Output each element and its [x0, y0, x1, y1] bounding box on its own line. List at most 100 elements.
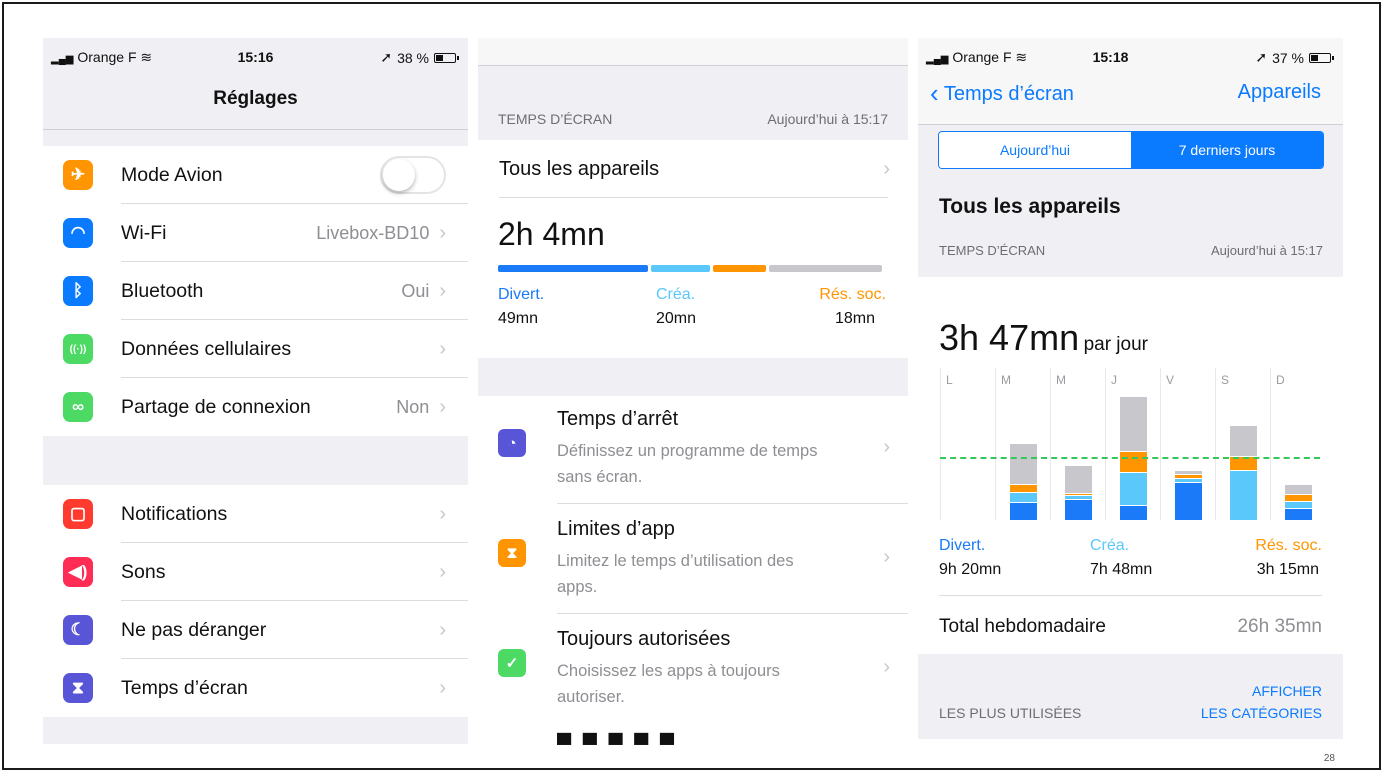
option-title: Limites d’app [557, 518, 675, 540]
option-row[interactable]: ⧗ Limites d’app Limitez le temps d’utilisa… [478, 506, 908, 614]
settings-row[interactable]: ✈ Mode Avion [43, 146, 468, 204]
status-bar: ▂▄▆ Orange F ≋ 15:16 ➚ 38 % [43, 38, 468, 82]
chart-bar-segment [1230, 471, 1257, 520]
moon-icon: ☾ [63, 615, 93, 645]
average-line [940, 457, 1320, 459]
location-icon: ➚ [1255, 49, 1268, 65]
option-row[interactable]: ◔ Temps d’arrêt Définissez un programme de… [478, 396, 908, 504]
chevron-right-icon: › [439, 337, 446, 360]
chart-day-label: D [1276, 373, 1285, 387]
category-divert-value: 9h 20mn [939, 561, 1002, 578]
nav-bar: ‹ Temps d’écran Appareils [918, 68, 1343, 125]
chevron-left-icon: ‹ [930, 78, 939, 108]
chart-day-label: V [1166, 373, 1175, 387]
settings-group-connectivity: ✈ Mode Avion ◠ Wi-Fi Livebox-BD10 › ᛒ Bluetooth… [43, 146, 468, 436]
chevron-right-icon: › [883, 436, 890, 458]
all-devices-label: Tous les appareils [499, 158, 660, 180]
airplane-icon: ✈ [63, 160, 93, 190]
settings-row-label: Sons [121, 560, 166, 583]
page-number: 28 [1323, 753, 1335, 764]
option-description: Choisissez les apps à toujours autoriser… [557, 662, 780, 706]
total-usage: 2h 4mn [498, 216, 605, 252]
category-divert-name: Divert. [498, 286, 545, 303]
settings-row-label: Temps d’écran [121, 676, 248, 699]
chart-day-label: L [946, 373, 953, 387]
settings-row[interactable]: ⧗ Temps d’écran › [43, 659, 468, 717]
settings-row[interactable]: ᛒ Bluetooth Oui › [43, 262, 468, 320]
settings-row[interactable]: ∞ Partage de connexion Non › [43, 378, 468, 436]
cropped-row-text: ▀ ▀ ▀ ▀ ▀ [557, 734, 678, 745]
category-crea-name: Créa. [1090, 537, 1130, 554]
chart-bar-segment [1065, 496, 1092, 499]
category-res-soc-value: 18mn [834, 310, 875, 327]
chevron-right-icon: › [439, 502, 446, 525]
page-title: Réglages [213, 88, 298, 109]
all-devices-row[interactable]: Tous les appareils › [478, 140, 908, 198]
daily-average-value: 3h 47mn [939, 317, 1080, 358]
chart-gridline [1105, 368, 1106, 520]
hotspot-link-icon: ∞ [63, 392, 93, 422]
settings-row-value: Non [396, 396, 430, 417]
checkmark-badge-icon: ✓ [498, 649, 526, 677]
most-used-header: LES PLUS UTILISÉES [939, 705, 1082, 721]
settings-row-label: Données cellulaires [121, 337, 292, 360]
chart-bar-segment [1010, 503, 1037, 520]
option-title: Temps d’arrêt [557, 408, 679, 430]
show-categories-line2: LES CATÉGORIES [1200, 705, 1322, 721]
settings-row-value: Oui [401, 280, 430, 301]
settings-row[interactable]: ◠ Wi-Fi Livebox-BD10 › [43, 204, 468, 262]
usage-bar-res-soc [713, 265, 766, 272]
all-devices-heading: Tous les appareils [939, 195, 1121, 218]
segment-today[interactable]: Aujourd’hui [939, 132, 1131, 168]
settings-row-value: Livebox-BD10 [316, 222, 430, 243]
chart-gridline [940, 368, 941, 520]
chevron-right-icon: › [439, 676, 446, 699]
settings-row[interactable]: ◀) Sons › [43, 543, 468, 601]
settings-row-label: Wi-Fi [121, 221, 167, 244]
cellular-antenna-icon: ((·)) [63, 334, 93, 364]
battery-percent: 37 % [1272, 49, 1304, 66]
category-divert-value: 49mn [498, 310, 539, 327]
navigation-bar-cropped [478, 38, 908, 66]
chevron-right-icon: › [883, 158, 890, 180]
chart-day-label: S [1221, 373, 1230, 387]
usage-bar-other [769, 265, 882, 272]
chart-bar-segment [1120, 397, 1147, 451]
weekly-total-value: 26h 35mn [1237, 616, 1322, 637]
chart-bar-segment [1230, 426, 1257, 456]
settings-row[interactable]: ((·)) Données cellulaires › [43, 320, 468, 378]
segment-7-days[interactable]: 7 derniers jours [1131, 132, 1323, 168]
category-crea-value: 7h 48mn [1090, 561, 1153, 578]
chart-bar-segment [1065, 494, 1092, 495]
hourglass-icon: ⧗ [498, 539, 526, 567]
category-res-soc-name: Rés. soc. [1255, 537, 1322, 554]
settings-row[interactable]: ▢ Notifications › [43, 485, 468, 543]
option-row[interactable]: ✓ Toujours autorisées Choisissez les apps … [478, 616, 908, 724]
chart-bar-segment [1120, 506, 1147, 520]
devices-button[interactable]: Appareils [1238, 81, 1321, 104]
chart-day-label: J [1111, 373, 1117, 387]
screen-time-screen: TEMPS D’ÉCRAN Aujourd’hui à 15:17 Tous l… [478, 38, 908, 745]
battery-percent: 38 % [397, 49, 429, 66]
settings-row-label: Partage de connexion [121, 395, 311, 418]
airplane-mode-toggle[interactable] [380, 156, 446, 194]
chart-bar-segment [1120, 473, 1147, 505]
chart-gridline [1270, 368, 1271, 520]
back-button[interactable]: ‹ Temps d’écran [930, 78, 1074, 109]
chart-gridline [1215, 368, 1216, 520]
chart-bar-segment [1285, 485, 1312, 494]
category-crea-value: 20mn [656, 310, 697, 327]
usage-bar-divert [498, 265, 648, 272]
settings-row-label: Ne pas déranger [121, 618, 267, 641]
option-description: Limitez le temps d’utilisation des apps. [557, 552, 794, 596]
chart-bar-segment [1010, 485, 1037, 492]
hourglass-icon: ⧗ [63, 673, 93, 703]
chart-bar-segment [1175, 475, 1202, 478]
chart-gridline [995, 368, 996, 520]
show-categories-link[interactable]: AFFICHER LES CATÉGORIES [1201, 680, 1322, 724]
battery-icon [1309, 52, 1334, 63]
chevron-right-icon: › [883, 546, 890, 568]
settings-row[interactable]: ☾ Ne pas déranger › [43, 601, 468, 659]
settings-row-label: Mode Avion [121, 163, 223, 186]
settings-row-label: Bluetooth [121, 279, 204, 302]
